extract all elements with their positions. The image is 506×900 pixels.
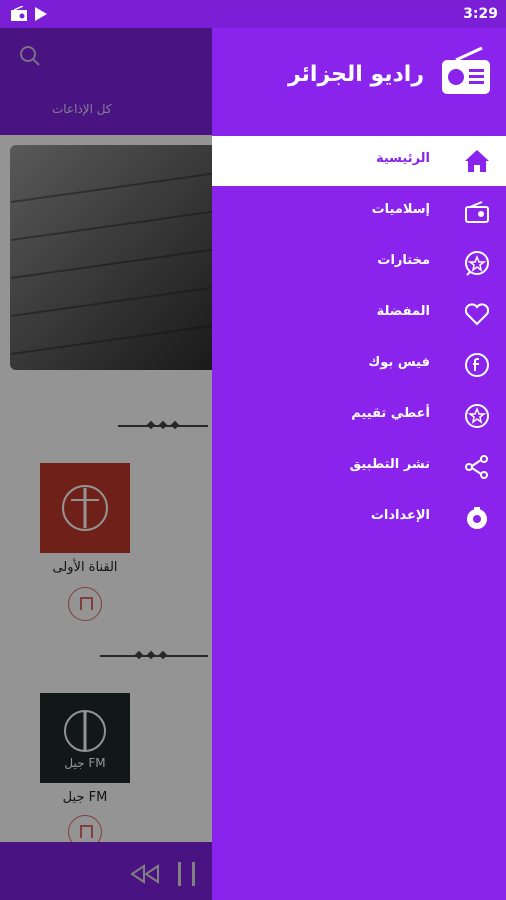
home-icon	[465, 150, 489, 172]
play-store-icon	[35, 7, 47, 21]
menu-item-label: الرئيسية	[375, 151, 430, 166]
menu-item-picks[interactable]: مختارات	[212, 238, 506, 288]
menu-item-facebook[interactable]: فيس بوك	[212, 340, 506, 390]
rate-icon	[465, 404, 489, 428]
menu-item-label: نشر التطبيق	[349, 457, 430, 472]
menu-item-label: فيس بوك	[368, 355, 430, 370]
radio-logo-icon	[442, 46, 490, 94]
app-title: راديو الجزائر	[287, 62, 424, 87]
menu-item-islamic[interactable]: إسلاميات	[212, 187, 506, 237]
status-bar: 3:29	[0, 0, 506, 28]
navigation-drawer: راديو الجزائر الرئيسية إسلاميات مختارات …	[212, 0, 506, 900]
facebook-icon	[465, 353, 489, 377]
menu-item-label: مختارات	[377, 253, 430, 268]
menu-item-settings[interactable]: الإعدادات	[212, 493, 506, 543]
share-icon	[465, 455, 488, 479]
drawer-header: راديو الجزائر	[212, 28, 506, 136]
menu-item-favorites[interactable]: المفضلة	[212, 289, 506, 339]
menu-item-rate[interactable]: أعطي تقييم	[212, 391, 506, 441]
menu-item-share[interactable]: نشر التطبيق	[212, 442, 506, 492]
menu-item-label: الإعدادات	[370, 508, 430, 523]
menu-item-label: إسلاميات	[371, 202, 430, 217]
menu-item-label: المفضلة	[376, 304, 430, 319]
menu-item-home[interactable]: الرئيسية	[212, 136, 506, 186]
radio-icon	[465, 201, 489, 223]
radio-notification-icon	[11, 6, 27, 21]
settings-icon	[467, 507, 487, 529]
status-time: 3:29	[463, 6, 498, 22]
heart-icon	[464, 303, 490, 326]
menu-item-label: أعطي تقييم	[351, 406, 430, 421]
star-chat-icon	[465, 250, 490, 276]
